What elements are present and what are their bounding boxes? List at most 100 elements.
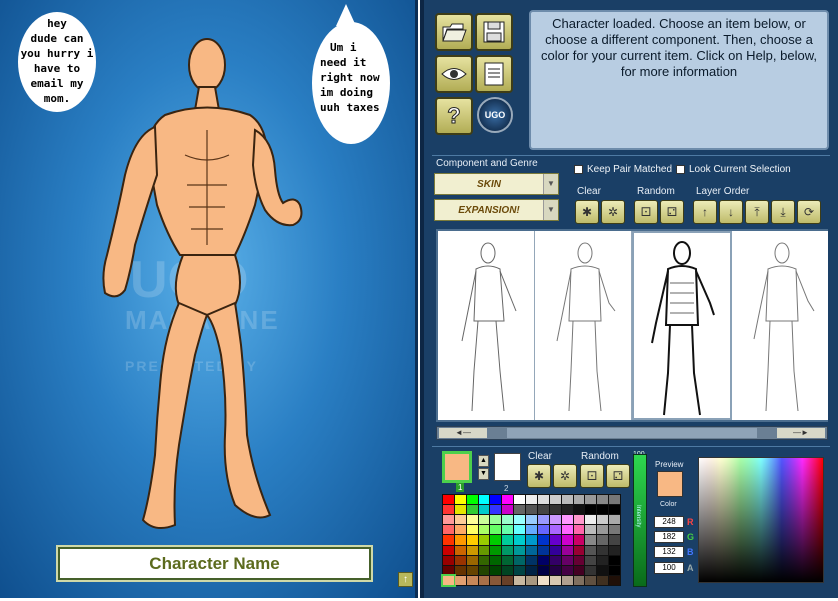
palette-swatch[interactable] <box>490 515 502 525</box>
palette-swatch[interactable] <box>597 545 609 555</box>
open-button[interactable] <box>435 13 473 51</box>
palette-swatch[interactable] <box>478 555 490 565</box>
palette-swatch[interactable] <box>502 525 514 535</box>
keep-pair-checkbox[interactable]: Keep Pair Matched <box>574 164 672 175</box>
palette-swatch[interactable] <box>514 535 526 545</box>
palette-swatch[interactable] <box>478 575 490 585</box>
palette-swatch[interactable] <box>537 555 549 565</box>
palette-swatch[interactable] <box>526 495 537 505</box>
palette-swatch[interactable] <box>443 555 454 565</box>
palette-swatch[interactable] <box>514 515 526 525</box>
palette-swatch[interactable] <box>609 575 620 585</box>
palette-swatch[interactable] <box>466 545 478 555</box>
palette-swatch[interactable] <box>478 545 490 555</box>
palette-swatch[interactable] <box>597 525 609 535</box>
layer-bottom-button[interactable]: ⤓ <box>771 200 795 224</box>
palette-swatch[interactable] <box>549 535 561 545</box>
help-button[interactable]: ? <box>435 97 473 135</box>
palette-swatch[interactable] <box>443 515 454 525</box>
palette-swatch[interactable] <box>502 505 514 515</box>
layer-reset-button[interactable]: ⟳ <box>797 200 821 224</box>
palette-swatch[interactable] <box>478 505 490 515</box>
palette-swatch[interactable] <box>549 515 561 525</box>
palette-swatch[interactable] <box>526 575 537 585</box>
palette-swatch[interactable] <box>561 545 573 555</box>
secondary-color-swatch[interactable] <box>494 453 521 481</box>
palette-swatch[interactable] <box>561 515 573 525</box>
palette-swatch[interactable] <box>490 575 502 585</box>
palette-swatch[interactable] <box>561 575 573 585</box>
palette-swatch[interactable] <box>478 525 490 535</box>
palette-swatch[interactable] <box>537 575 549 585</box>
thumbnail-scrollbar[interactable]: ◄— —► <box>436 426 828 440</box>
palette-swatch[interactable] <box>526 505 537 515</box>
red-value-field[interactable]: 248 <box>654 516 684 528</box>
palette-swatch[interactable] <box>585 505 597 515</box>
palette-swatch[interactable] <box>478 535 490 545</box>
palette-swatch[interactable] <box>537 515 549 525</box>
thumbnail-figure-1[interactable] <box>438 231 535 420</box>
palette-swatch[interactable] <box>454 535 466 545</box>
palette-swatch[interactable] <box>441 573 456 588</box>
color-clear-item-button[interactable]: ✱ <box>527 464 551 488</box>
random-item-button[interactable]: ⚀ <box>634 200 658 224</box>
intensity-slider[interactable]: Intensity <box>633 454 647 587</box>
palette-swatch[interactable] <box>549 575 561 585</box>
palette-swatch[interactable] <box>454 515 466 525</box>
palette-swatch[interactable] <box>443 545 454 555</box>
palette-swatch[interactable] <box>526 525 537 535</box>
palette-swatch[interactable] <box>597 535 609 545</box>
palette-swatch[interactable] <box>490 555 502 565</box>
palette-swatch[interactable] <box>585 515 597 525</box>
palette-swatch[interactable] <box>573 495 585 505</box>
palette-swatch[interactable] <box>609 495 620 505</box>
clear-all-button[interactable]: ✲ <box>601 200 625 224</box>
palette-swatch[interactable] <box>561 505 573 515</box>
palette-swatch[interactable] <box>454 575 466 585</box>
palette-swatch[interactable] <box>490 545 502 555</box>
palette-swatch[interactable] <box>549 555 561 565</box>
palette-swatch[interactable] <box>585 555 597 565</box>
swatch-arrow-up-icon[interactable]: ▲ <box>478 455 489 467</box>
palette-swatch[interactable] <box>466 535 478 545</box>
palette-swatch[interactable] <box>490 535 502 545</box>
palette-swatch[interactable] <box>443 505 454 515</box>
palette-swatch[interactable] <box>502 495 514 505</box>
color-random-all-button[interactable]: ⚁ <box>606 464 630 488</box>
palette-swatch[interactable] <box>537 505 549 515</box>
palette-swatch[interactable] <box>597 515 609 525</box>
palette-swatch[interactable] <box>609 565 620 575</box>
palette-swatch[interactable] <box>454 505 466 515</box>
palette-swatch[interactable] <box>443 535 454 545</box>
palette-swatch[interactable] <box>526 565 537 575</box>
palette-swatch[interactable] <box>454 555 466 565</box>
blue-value-field[interactable]: 132 <box>654 546 684 558</box>
palette-swatch[interactable] <box>609 535 620 545</box>
thumbnail-figure-4[interactable] <box>732 231 828 420</box>
primary-color-swatch[interactable] <box>442 451 472 483</box>
layer-up-button[interactable]: ↑ <box>693 200 717 224</box>
scroll-right-icon[interactable]: —► <box>777 428 825 438</box>
color-palette[interactable] <box>441 494 621 588</box>
palette-swatch[interactable] <box>537 495 549 505</box>
swatch-arrow-down-icon[interactable]: ▼ <box>478 468 489 480</box>
palette-swatch[interactable] <box>561 555 573 565</box>
palette-swatch[interactable] <box>585 565 597 575</box>
palette-swatch[interactable] <box>443 525 454 535</box>
ugo-logo-button[interactable]: UGO <box>477 97 513 133</box>
layer-top-button[interactable]: ⤒ <box>745 200 769 224</box>
palette-swatch[interactable] <box>466 495 478 505</box>
palette-swatch[interactable] <box>585 545 597 555</box>
palette-swatch[interactable] <box>454 545 466 555</box>
palette-swatch[interactable] <box>573 525 585 535</box>
palette-swatch[interactable] <box>454 525 466 535</box>
palette-swatch[interactable] <box>573 515 585 525</box>
color-clear-all-button[interactable]: ✲ <box>553 464 577 488</box>
alpha-value-field[interactable]: 100 <box>654 562 684 574</box>
palette-swatch[interactable] <box>502 555 514 565</box>
palette-swatch[interactable] <box>597 505 609 515</box>
palette-swatch[interactable] <box>597 495 609 505</box>
palette-swatch[interactable] <box>549 545 561 555</box>
palette-swatch[interactable] <box>514 565 526 575</box>
palette-swatch[interactable] <box>585 525 597 535</box>
